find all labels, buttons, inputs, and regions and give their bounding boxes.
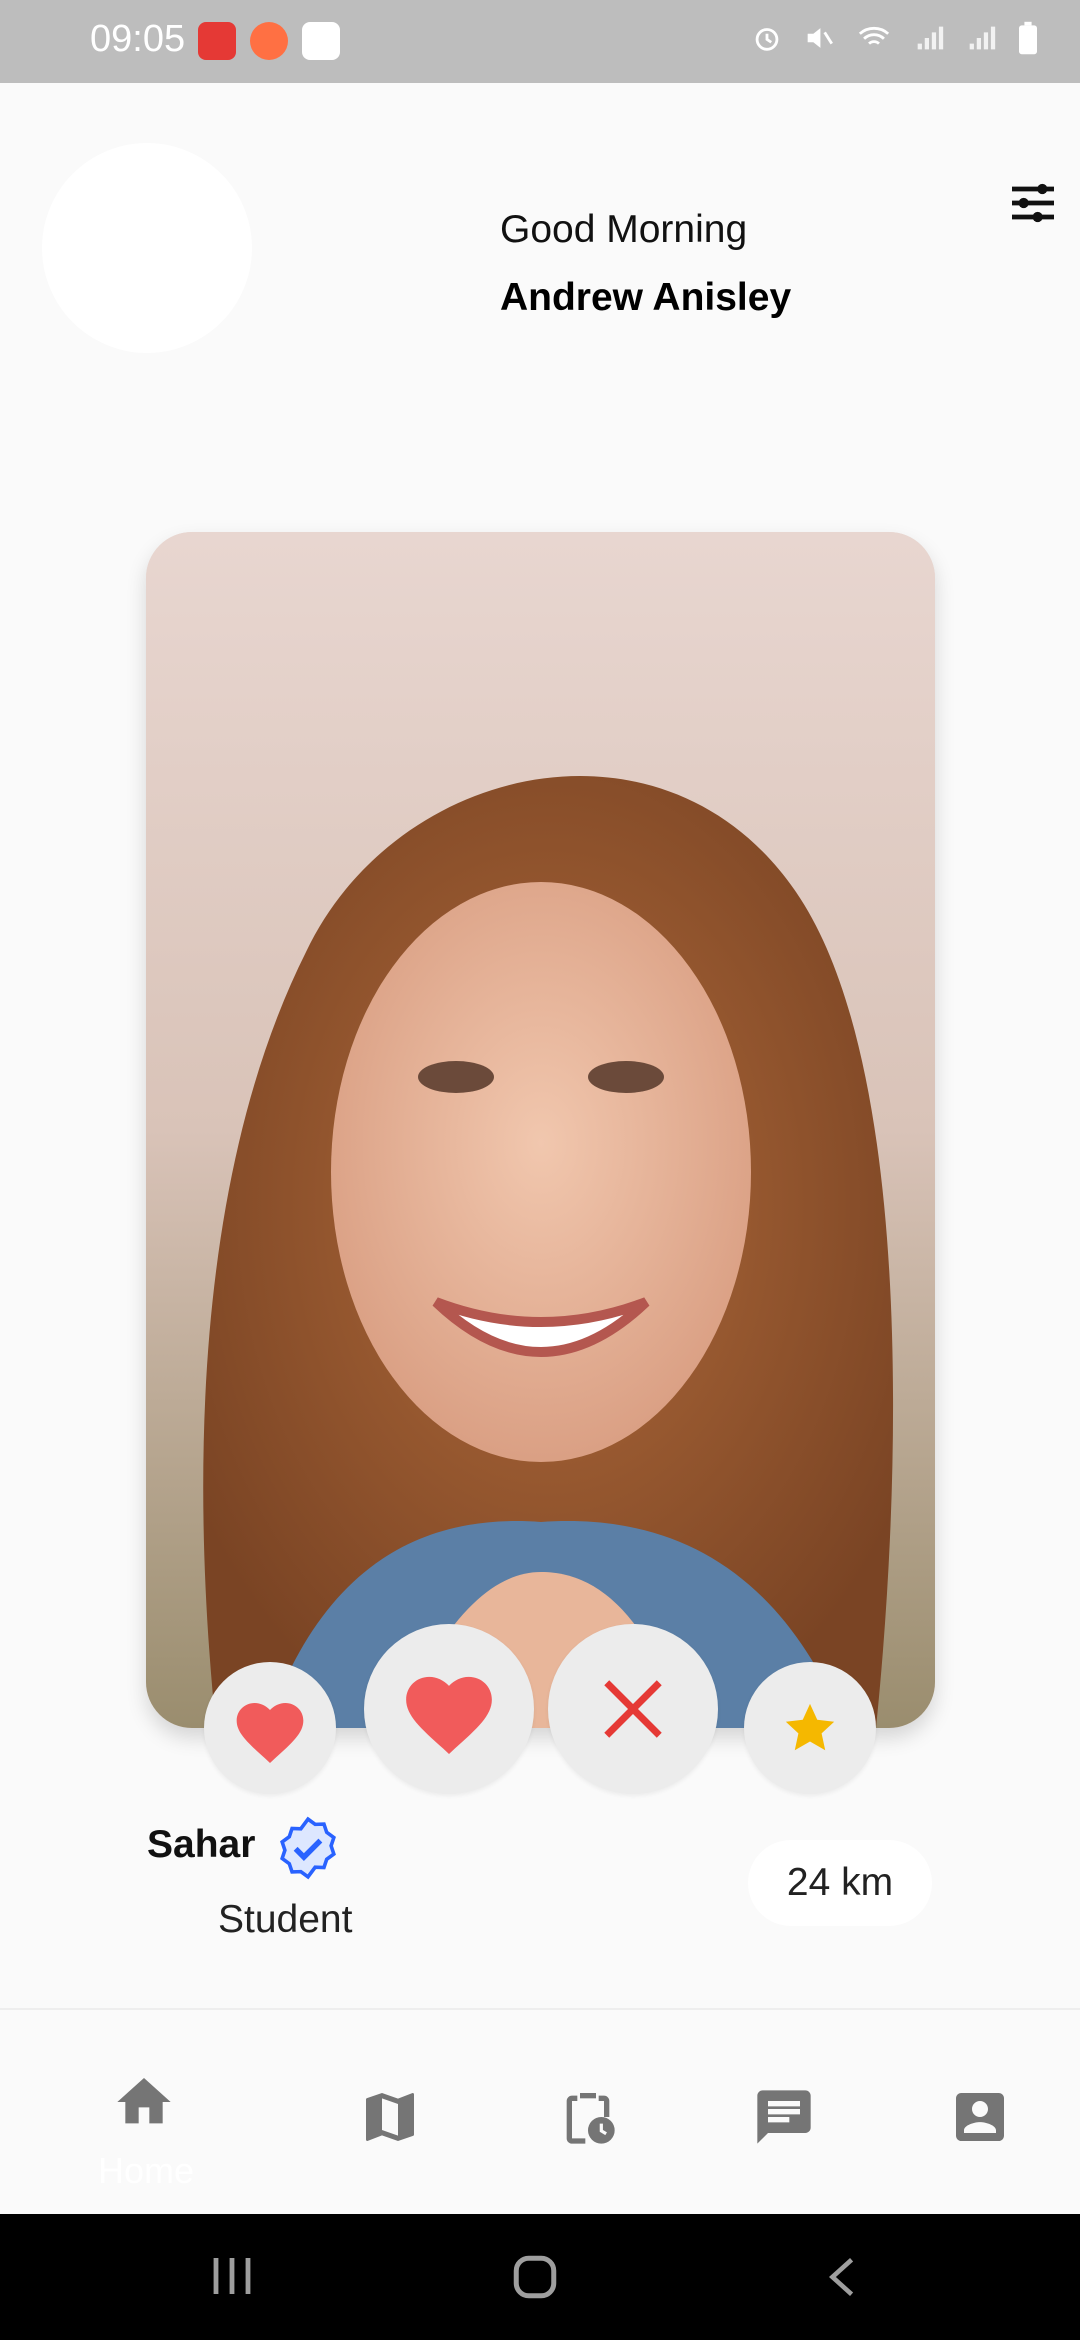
- nav-home[interactable]: [112, 2070, 182, 2140]
- heart-icon: [406, 1676, 492, 1754]
- notification-icons: [198, 22, 340, 60]
- system-navigation-bar: [0, 2214, 1080, 2340]
- profile-photo: [146, 532, 935, 1728]
- nav-schedule[interactable]: [556, 2085, 626, 2155]
- close-icon: [604, 1680, 662, 1738]
- system-status-icons: [750, 20, 1040, 56]
- verified-badge: [275, 1815, 341, 1881]
- map-icon: [366, 2093, 414, 2141]
- chat-icon: [757, 2090, 811, 2144]
- user-avatar[interactable]: [42, 143, 252, 353]
- dislike-button[interactable]: [548, 1624, 718, 1794]
- wifi-icon: [858, 26, 890, 45]
- app-notification-icon: [250, 22, 288, 60]
- username: Andrew Anisley: [500, 276, 792, 319]
- profile-occupation: Student: [218, 1898, 353, 1941]
- account-box-icon: [956, 2093, 1004, 2141]
- clipboard-clock-icon: [566, 2093, 615, 2144]
- nav-messages[interactable]: [752, 2085, 822, 2155]
- app-notification-icon: [302, 22, 340, 60]
- super-like-button[interactable]: [364, 1624, 534, 1794]
- like-button[interactable]: [204, 1662, 336, 1794]
- status-bar: 09:05: [0, 0, 1080, 83]
- favorite-button[interactable]: [744, 1662, 876, 1794]
- nav-map[interactable]: [358, 2085, 428, 2155]
- verified-icon: [280, 1816, 336, 1880]
- signal-icon: [917, 26, 944, 50]
- profile-name: Sahar: [147, 1823, 256, 1866]
- home-icon: [117, 2078, 171, 2124]
- filter-button[interactable]: [1005, 175, 1061, 231]
- star-icon: [785, 1703, 835, 1751]
- nav-home-label: Home: [98, 2150, 195, 2191]
- back-icon[interactable]: [822, 2254, 862, 2300]
- alarm-icon: [755, 28, 779, 51]
- greeting-text: Good Morning: [500, 208, 748, 251]
- battery-icon: [1019, 21, 1037, 55]
- app-notification-icon: [198, 22, 236, 60]
- status-time: 09:05: [90, 18, 186, 60]
- distance-badge: 24 km: [748, 1840, 932, 1926]
- signal-icon: [969, 26, 996, 50]
- mute-icon: [807, 28, 833, 48]
- heart-icon: [236, 1703, 304, 1763]
- tune-icon: [1012, 183, 1054, 223]
- profile-card[interactable]: [146, 532, 935, 1728]
- nav-profile[interactable]: [948, 2085, 1018, 2155]
- home-button-icon[interactable]: [510, 2252, 560, 2302]
- recent-apps-icon[interactable]: [210, 2252, 254, 2300]
